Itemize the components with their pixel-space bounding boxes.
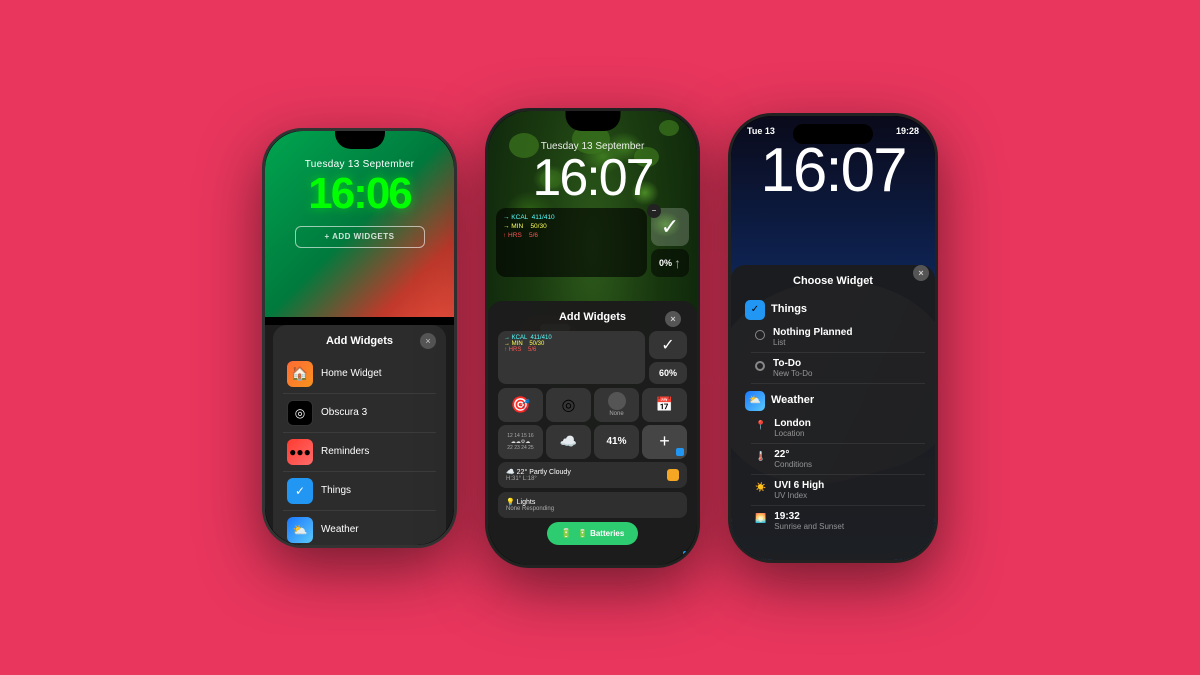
london-text: London Location (774, 418, 811, 438)
percent41-widget: 41% (594, 425, 639, 459)
nothing-planned-item[interactable]: Nothing Planned List (751, 322, 925, 353)
conditions-item[interactable]: 🌡️ 22° Conditions (751, 444, 925, 475)
weather-app-icon (667, 469, 679, 481)
weather-icon-widget: ☁️ (546, 425, 591, 459)
fitness-kcal: → KCAL 411/410 (503, 213, 640, 222)
weather-label: Weather (321, 524, 359, 535)
panel-fitness-widget: → KCAL 411/410 → MIN 50/30 ↑ HRS 5/6 (498, 331, 645, 384)
none-widget: None (594, 388, 639, 422)
minus-button[interactable]: − (647, 204, 661, 218)
location-icon: 📍 (755, 420, 766, 431)
things-header: Things (771, 303, 807, 315)
things-icon: ✓ (287, 478, 313, 504)
phone1-lockscreen: Tuesday 13 September 16:06 + ADD WIDGETS (265, 131, 454, 317)
check-minus-container: − ✓ (651, 208, 689, 246)
uvi-text: UVI 6 High UV Index (774, 480, 824, 500)
phone1-panel-area: Add Widgets × 🏠 Home Widget ◎ Obscura 3 … (265, 325, 454, 545)
phone2-panel-close[interactable]: × (665, 311, 681, 327)
phone3-status-right: 19:28 (896, 126, 919, 136)
fitness-min: → MIN 50/30 (503, 222, 640, 231)
phone3-time: 16:07 (731, 140, 935, 202)
weather-icon: ⛅ (287, 517, 313, 543)
fitness-hrs: ↑ HRS 5/6 (503, 231, 640, 240)
phone2-add-widgets-panel: Add Widgets × → KCAL 411/410 → MIN 50/30… (488, 301, 697, 565)
weather-info-widget: ☁️ 22° Partly Cloudy H:31° L:18° (498, 462, 687, 488)
sunrise-text: 19:32 Sunrise and Sunset (774, 511, 844, 531)
obscura-icon: ◎ (287, 400, 313, 426)
lights-widget: 💡 Lights None Responding (498, 492, 687, 518)
sunrise-item[interactable]: 🌅 19:32 Sunrise and Sunset (751, 506, 925, 536)
phone1-screen: Tuesday 13 September 16:06 + ADD WIDGETS… (265, 131, 454, 545)
things-label: Things (321, 485, 351, 496)
rings-widget: ◎ (546, 388, 591, 422)
batteries-button[interactable]: 🔋 🔋 Batteries (547, 522, 639, 545)
list-item[interactable]: ●●● Reminders (283, 433, 436, 472)
panel-right-col: ✓ 60% (649, 331, 687, 384)
phone2-screen: Tuesday 13 September 16:07 → KCAL 411/41… (488, 111, 697, 565)
phone3-status-left: Tue 13 (747, 126, 775, 136)
reminders-icon: ●●● (287, 439, 313, 465)
choose-widget-title: Choose Widget × (741, 275, 925, 287)
panel-check-widget: ✓ (649, 331, 687, 359)
todo-item[interactable]: To-Do New To-Do (751, 353, 925, 384)
panel-close-button[interactable]: × (420, 333, 436, 349)
uv-icon: ☀️ (755, 482, 766, 493)
phone-2: Tuesday 13 September 16:07 → KCAL 411/41… (485, 108, 700, 568)
panel-row-1: → KCAL 411/410 → MIN 50/30 ↑ HRS 5/6 ✓ 6… (498, 331, 687, 384)
percent-widget: 0% ↑ (651, 249, 689, 277)
fitness-widget: → KCAL 411/410 → MIN 50/30 ↑ HRS 5/6 (496, 208, 647, 277)
things-section-header: ✓ Things (741, 295, 925, 322)
list-dot-icon (755, 330, 765, 340)
panel-title: Add Widgets (283, 335, 436, 347)
thermometer-icon: 🌡️ (755, 451, 766, 462)
activity-rings-widget: 🎯 (498, 388, 543, 422)
list-item[interactable]: ⛅ Weather (283, 511, 436, 545)
obscura-label: Obscura 3 (321, 407, 367, 418)
phone2-right-widgets: − ✓ 0% ↑ (651, 208, 689, 277)
todo-dot-icon (755, 361, 765, 371)
dynamic-island (793, 124, 873, 144)
weather-num-widget: 12 14 15 16 ☁☁⚙☁ 22 23 24 25 (498, 425, 543, 459)
sunrise-icon: 🌅 (755, 513, 766, 524)
things-section-icon: ✓ (745, 300, 765, 320)
list-item[interactable]: 🏠 Home Widget (283, 355, 436, 394)
phone3-screen: Tue 13 👤 19:28 16:07 Choose Widget × ✓ T… (731, 116, 935, 560)
phone-1: Tuesday 13 September 16:06 + ADD WIDGETS… (262, 128, 457, 548)
add-widgets-panel: Add Widgets × 🏠 Home Widget ◎ Obscura 3 … (273, 325, 446, 545)
list-item[interactable]: ◎ Obscura 3 (283, 394, 436, 433)
weather-header: Weather (771, 394, 814, 406)
notch-1 (335, 131, 385, 149)
weather-section-icon: ⛅ (745, 391, 765, 411)
home-widget-label: Home Widget (321, 368, 382, 379)
conditions-text: 22° Conditions (774, 449, 812, 469)
reminders-label: Reminders (321, 446, 369, 457)
calendar-widget: 📅 (642, 388, 687, 422)
add-widgets-button[interactable]: + ADD WIDGETS (295, 226, 425, 248)
todo-text: To-Do New To-Do (773, 358, 812, 378)
weather-section-header: ⛅ Weather (741, 384, 925, 413)
phone1-time: 16:06 (265, 172, 454, 216)
notch-2 (565, 111, 620, 131)
home-widget-icon: 🏠 (287, 361, 313, 387)
panel-bottom-row: 12 14 15 16 ☁☁⚙☁ 22 23 24 25 ☁️ 41% + (498, 425, 687, 459)
add-more-button[interactable]: + (642, 425, 687, 459)
batteries-section: 🔋 🔋 Batteries (498, 522, 687, 545)
panel-percent60: 60% (649, 362, 687, 384)
phone2-time: 16:07 (488, 152, 697, 204)
uvi-item[interactable]: ☀️ UVI 6 High UV Index (751, 475, 925, 506)
phone2-top-widgets: → KCAL 411/410 → MIN 50/30 ↑ HRS 5/6 − ✓… (488, 204, 697, 281)
phone-3: Tue 13 👤 19:28 16:07 Choose Widget × ✓ T… (728, 113, 938, 563)
phone2-panel-title: Add Widgets × (498, 311, 687, 323)
phone3-close-button[interactable]: × (913, 265, 929, 281)
list-item[interactable]: ✓ Things (283, 472, 436, 511)
london-item[interactable]: 📍 London Location (751, 413, 925, 444)
phone3-choose-widget-panel: Choose Widget × ✓ Things Nothing Planned… (731, 265, 935, 560)
nothing-planned-text: Nothing Planned List (773, 327, 852, 347)
panel-circles-row: 🎯 ◎ None 📅 (498, 388, 687, 422)
